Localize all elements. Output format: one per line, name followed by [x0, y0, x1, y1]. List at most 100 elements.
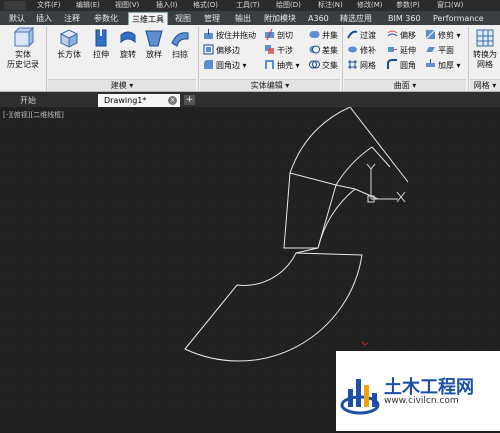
solid-history-label: 实体 历史记录: [7, 50, 39, 69]
thicken-label: 加厚: [438, 61, 454, 70]
surface-panel-label: 曲面: [393, 81, 410, 90]
ribbon-panel-area: 实体 历史记录 长方体 拉伸 旋转 放样 扫掠 建模 ▾ 按住并拖动 偏移边 圆…: [0, 25, 500, 92]
panel-divider: [468, 27, 469, 91]
app-logo[interactable]: [4, 1, 26, 10]
planar-button[interactable]: 平面: [425, 44, 454, 57]
tab-3d-tools[interactable]: 三维工具: [128, 12, 168, 25]
offset-edge-icon: [203, 44, 214, 55]
planar-label: 平面: [438, 46, 454, 55]
presspull-button[interactable]: 按住并拖动: [203, 29, 256, 42]
menu-modify[interactable]: 修改(M): [357, 1, 383, 10]
tab-insert[interactable]: 插入: [33, 12, 55, 25]
loft-button[interactable]: 放样: [142, 27, 166, 60]
menu-tools[interactable]: 工具(T): [236, 1, 260, 10]
convert-to-mesh-button[interactable]: 转换为 网格: [470, 27, 500, 70]
mesh-panel-title[interactable]: 网格 ▾: [470, 79, 500, 91]
revolve-button[interactable]: 旋转: [116, 27, 140, 60]
slice-button[interactable]: 剖切: [264, 29, 293, 42]
box-label: 长方体: [57, 50, 81, 59]
menu-edit[interactable]: 编辑(E): [76, 1, 100, 10]
tab-drawing1[interactable]: Drawing1* ×: [98, 94, 180, 107]
modeling-panel-label: 建模: [110, 81, 127, 90]
panel-divider: [46, 27, 47, 91]
box-button[interactable]: 长方体: [52, 27, 86, 60]
sweep-icon: [171, 32, 189, 47]
panel-divider: [198, 27, 199, 91]
sweep-button[interactable]: 扫掠: [168, 27, 192, 60]
surface-offset-label: 偏移: [400, 31, 416, 40]
union-label: 并集: [322, 31, 338, 40]
tab-bim360[interactable]: BIM 360: [385, 12, 424, 25]
slice-label: 剖切: [277, 31, 293, 40]
slice-icon: [265, 29, 274, 40]
surface-offset-button[interactable]: 偏移: [387, 29, 416, 42]
union-button[interactable]: 并集: [309, 29, 338, 42]
modeling-panel-title[interactable]: 建模 ▾: [48, 79, 196, 91]
tab-start[interactable]: 开始: [14, 94, 98, 107]
blend-icon: [347, 30, 358, 39]
network-label: 网格: [360, 61, 376, 70]
new-tab-button[interactable]: +: [184, 95, 195, 105]
fillet-edge-button[interactable]: 圆角边 ▾: [203, 59, 247, 72]
menu-format[interactable]: 格式(O): [193, 1, 218, 10]
intersect-button[interactable]: 交集: [309, 59, 338, 72]
tab-performance[interactable]: Performance: [430, 12, 487, 25]
viewport-controls[interactable]: [-][俯视][二维线框]: [3, 110, 64, 120]
solid-history-icon: [13, 27, 34, 48]
extend-button[interactable]: 延伸: [387, 44, 416, 57]
revolve-label: 旋转: [120, 50, 136, 59]
convert-mesh-label: 转换为 网格: [473, 50, 497, 69]
offset-edge-button[interactable]: 偏移边: [203, 44, 240, 57]
mesh-panel-label: 网格: [473, 81, 490, 90]
solid-editing-panel-title[interactable]: 实体编辑 ▾: [200, 79, 340, 91]
menu-file[interactable]: 文件(F): [37, 1, 61, 10]
menu-parameters[interactable]: 参数(P): [396, 1, 420, 10]
menu-window[interactable]: 窗口(W): [437, 1, 463, 10]
chevron-down-icon: ▾: [456, 31, 461, 40]
close-icon[interactable]: ×: [168, 96, 177, 105]
menu-draw[interactable]: 绘图(D): [276, 1, 301, 10]
ribbon-tab-strip: 默认 插入 注释 参数化 三维工具 视图 管理 输出 附加模块 A360 精选应…: [0, 11, 500, 25]
blend-label: 过渡: [360, 31, 376, 40]
menu-dimension[interactable]: 标注(N): [318, 1, 343, 10]
menu-insert[interactable]: 插入(I): [156, 1, 178, 10]
tab-manage[interactable]: 管理: [201, 12, 223, 25]
tab-view[interactable]: 视图: [172, 12, 194, 25]
menu-view[interactable]: 视图(V): [115, 1, 139, 10]
tab-featured-apps[interactable]: 精选应用: [337, 12, 375, 25]
subtract-label: 差集: [322, 46, 338, 55]
network-button[interactable]: 网格: [347, 59, 376, 72]
extrude-button[interactable]: 拉伸: [89, 27, 113, 60]
tab-a360[interactable]: A360: [305, 12, 332, 25]
offset-edge-label: 偏移边: [216, 46, 240, 55]
tab-default[interactable]: 默认: [6, 12, 28, 25]
watermark: 土木工程网 www.civilcn.com: [336, 351, 500, 431]
presspull-label: 按住并拖动: [216, 31, 256, 40]
tab-annotate[interactable]: 注释: [61, 12, 83, 25]
trim-button[interactable]: 修剪 ▾: [425, 29, 461, 42]
thicken-button[interactable]: 加厚 ▾: [425, 59, 461, 72]
network-icon: [348, 60, 357, 69]
fillet-edge-label: 圆角边: [216, 61, 240, 70]
patch-button[interactable]: 修补: [347, 44, 376, 57]
shell-icon: [265, 60, 274, 69]
shell-button[interactable]: 抽壳 ▾: [264, 59, 300, 72]
panel-divider: [342, 27, 343, 91]
interfere-button[interactable]: 干涉: [264, 44, 293, 57]
surface-offset-icon: [387, 30, 398, 37]
loft-icon: [145, 30, 163, 47]
blend-button[interactable]: 过渡: [347, 29, 376, 42]
thicken-icon: [426, 59, 435, 67]
tab-parametric[interactable]: 参数化: [91, 12, 121, 25]
solid-history-button[interactable]: 实体 历史记录: [4, 27, 42, 70]
solid-editing-panel-label: 实体编辑: [250, 81, 283, 90]
union-icon: [309, 31, 320, 38]
surface-panel-title[interactable]: 曲面 ▾: [344, 79, 466, 91]
surface-fillet-button[interactable]: 圆角: [387, 59, 416, 72]
planar-icon: [426, 47, 435, 52]
subtract-button[interactable]: 差集: [309, 44, 338, 57]
trim-label: 修剪: [438, 31, 454, 40]
chevron-down-icon: ▾: [285, 81, 290, 90]
tab-output[interactable]: 输出: [232, 12, 254, 25]
tab-addins[interactable]: 附加模块: [261, 12, 299, 25]
